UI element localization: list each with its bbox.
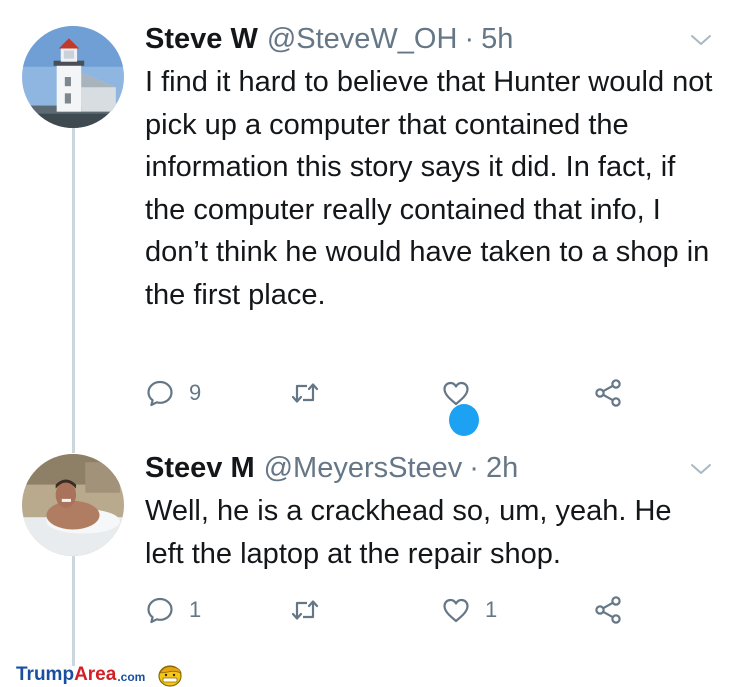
trumparea-watermark: Trump Area .com	[16, 663, 183, 687]
share-button[interactable]	[593, 592, 623, 628]
timestamp[interactable]: 5h	[481, 20, 513, 58]
user-handle[interactable]: @MeyersSteev	[264, 449, 463, 487]
reply-button[interactable]: 9	[145, 375, 201, 411]
retweet-button[interactable]	[290, 592, 334, 628]
like-count: 1	[485, 597, 498, 622]
retweet-button[interactable]	[290, 375, 334, 411]
tweet[interactable]: Steev M @MeyersSteev · 2h Well, he is a …	[145, 449, 725, 624]
watermark-logo-icon	[157, 663, 183, 687]
retweet-icon	[291, 600, 319, 620]
display-name[interactable]: Steev M	[145, 449, 255, 487]
reply-count: 9	[189, 380, 202, 405]
reply-button[interactable]: 1	[145, 592, 201, 628]
heart-icon	[443, 598, 469, 623]
watermark-area: Area	[74, 664, 117, 685]
tweet-text: I find it hard to believe that Hunter wo…	[145, 66, 713, 311]
chevron-down-icon	[691, 464, 711, 474]
avatar[interactable]	[22, 26, 124, 128]
display-name[interactable]: Steve W	[145, 20, 258, 58]
tweet-actions: 1 1	[145, 592, 645, 628]
watermark-suffix: .com	[117, 670, 146, 684]
separator-dot: ·	[469, 452, 479, 484]
thread-line	[72, 556, 75, 666]
chevron-down-icon	[691, 35, 711, 45]
reply-icon	[147, 597, 173, 624]
thread-line	[72, 128, 75, 453]
avatar[interactable]	[22, 454, 124, 556]
like-button[interactable]: 1	[441, 592, 497, 628]
watermark-trump: Trump	[16, 664, 75, 685]
share-icon	[595, 596, 621, 624]
touch-indicator	[449, 404, 479, 436]
tweet-actions: 9	[145, 375, 645, 411]
reply-count: 1	[189, 597, 202, 622]
more-options-button[interactable]	[689, 457, 713, 481]
tweet-header: Steve W @SteveW_OH · 5h	[145, 20, 725, 58]
share-icon	[595, 379, 621, 407]
separator-dot: ·	[464, 23, 475, 55]
tweet[interactable]: Steve W @SteveW_OH · 5h I find it hard t…	[145, 20, 725, 407]
tweet-header: Steev M @MeyersSteev · 2h	[145, 449, 725, 487]
lighthouse-avatar-image	[22, 26, 124, 128]
man-in-bathtub-avatar-image	[22, 454, 124, 556]
share-button[interactable]	[593, 375, 623, 411]
tweet-text: Well, he is a crackhead so, um, yeah. He…	[145, 495, 672, 570]
reply-icon	[147, 380, 173, 407]
user-handle[interactable]: @SteveW_OH	[267, 20, 458, 58]
retweet-icon	[291, 383, 319, 403]
more-options-button[interactable]	[689, 28, 713, 52]
timestamp[interactable]: 2h	[486, 449, 518, 487]
